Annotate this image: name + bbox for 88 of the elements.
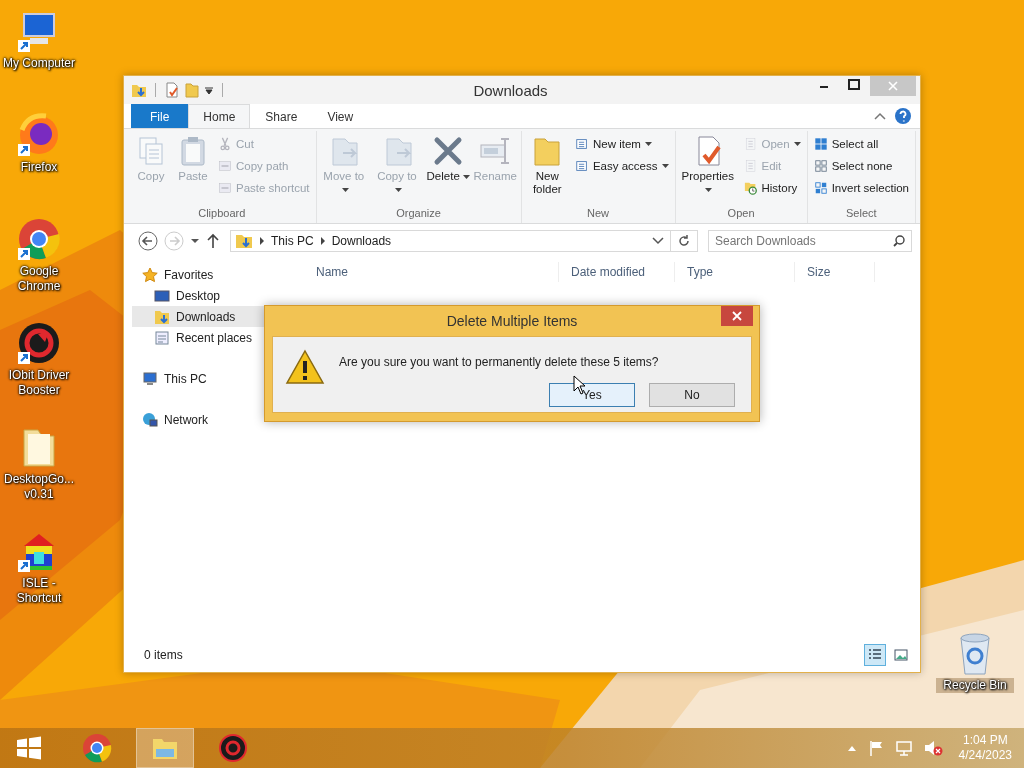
caret-icon bbox=[463, 174, 470, 179]
warning-icon bbox=[285, 349, 325, 385]
nav-item[interactable]: Favorites bbox=[132, 264, 292, 285]
dialog-message: Are you sure you want to permanently delete these 5 items? bbox=[339, 354, 660, 369]
ribbon-button[interactable]: Properties bbox=[678, 131, 739, 200]
new-item-icon bbox=[574, 137, 589, 151]
ribbon-tab[interactable]: Home bbox=[188, 104, 251, 128]
dialog-button[interactable]: Yes bbox=[549, 383, 635, 407]
breadcrumb[interactable]: This PC bbox=[271, 234, 314, 248]
column-header[interactable]: Date modified bbox=[559, 262, 675, 282]
ribbon-tab[interactable]: Share bbox=[250, 104, 313, 128]
select-none-icon bbox=[813, 159, 828, 173]
recent-places-icon bbox=[154, 329, 170, 346]
group-label: New bbox=[586, 207, 611, 221]
ribbon-button[interactable]: Delete bbox=[425, 131, 471, 187]
breadcrumb[interactable]: Downloads bbox=[331, 234, 392, 248]
chevron-icon bbox=[319, 237, 326, 245]
caret-icon bbox=[661, 164, 669, 168]
caret-icon bbox=[644, 142, 652, 146]
group-label: Clipboard bbox=[197, 207, 247, 221]
caret-icon bbox=[341, 187, 349, 192]
ribbon-button[interactable]: Easy access bbox=[571, 155, 672, 177]
properties-icon[interactable] bbox=[164, 82, 180, 98]
invert-selection-icon bbox=[813, 181, 828, 195]
chevron-icon bbox=[259, 237, 265, 245]
select-all-icon bbox=[813, 137, 828, 151]
ribbon-button[interactable]: New item bbox=[571, 133, 672, 155]
icon-label: IObit Driver Booster bbox=[7, 368, 71, 398]
rename-icon bbox=[479, 135, 512, 167]
column-header[interactable]: Name bbox=[304, 262, 559, 282]
icon-label: My Computer bbox=[2, 56, 76, 71]
group-label: Organize bbox=[395, 207, 442, 221]
network-icon bbox=[142, 411, 158, 428]
details-view-button[interactable] bbox=[864, 644, 886, 666]
ribbon-button[interactable]: History bbox=[740, 177, 804, 199]
file-tab[interactable]: File bbox=[131, 104, 189, 128]
icon-label: Firefox bbox=[19, 160, 59, 175]
ribbon-button[interactable]: Select none bbox=[810, 155, 912, 177]
monitor-icon bbox=[154, 287, 170, 304]
ribbon-button[interactable]: New folder bbox=[524, 131, 570, 200]
ribbon-tab[interactable]: View bbox=[312, 104, 369, 128]
history-icon bbox=[743, 181, 758, 195]
path-icon bbox=[218, 159, 232, 173]
icon-label: Google Chrome bbox=[16, 264, 62, 294]
up-button[interactable] bbox=[206, 233, 220, 249]
icon-label: DesktopGo... v0.31 bbox=[3, 472, 75, 502]
ribbon-button[interactable]: Select all bbox=[810, 133, 912, 155]
search-field[interactable]: Search Downloads bbox=[708, 230, 912, 252]
download-folder-icon[interactable] bbox=[131, 82, 147, 98]
scissors-icon bbox=[218, 137, 232, 151]
open-icon bbox=[743, 137, 758, 151]
customize-icon[interactable] bbox=[204, 85, 214, 95]
easy-access-icon bbox=[574, 159, 589, 173]
booster-icon bbox=[218, 733, 248, 763]
collapse-icon[interactable] bbox=[874, 112, 886, 120]
shortcut-icon bbox=[218, 181, 232, 195]
caret-icon bbox=[793, 142, 801, 146]
back-button[interactable] bbox=[138, 231, 158, 251]
nav-item[interactable]: Desktop bbox=[132, 285, 292, 306]
item-count: 0 items bbox=[144, 648, 183, 662]
caret-icon bbox=[705, 187, 712, 192]
dialog-button[interactable]: No bbox=[649, 383, 735, 407]
star-icon bbox=[142, 266, 158, 283]
dropdown-icon[interactable] bbox=[652, 237, 664, 245]
icon-label: Recycle Bin bbox=[936, 678, 1014, 693]
column-header[interactable]: Size bbox=[795, 262, 875, 282]
address-bar[interactable]: This PC Downloads bbox=[230, 230, 698, 252]
download-folder-icon bbox=[235, 233, 253, 249]
help-icon[interactable] bbox=[894, 107, 912, 125]
show-hidden-icons[interactable] bbox=[846, 744, 857, 752]
download-folder-icon bbox=[154, 308, 170, 325]
dialog-title: Delete Multiple Items bbox=[446, 313, 578, 329]
computer-icon bbox=[142, 370, 158, 387]
caret-icon bbox=[395, 187, 403, 192]
ribbon-button[interactable]: Invert selection bbox=[810, 177, 912, 199]
chrome-icon bbox=[82, 733, 112, 763]
chrome-icon[interactable] bbox=[16, 216, 62, 262]
volume-muted-icon[interactable] bbox=[922, 739, 943, 757]
icon-label: ISLE - Shortcut bbox=[15, 576, 63, 606]
group-label: Open bbox=[726, 207, 756, 221]
edit-icon bbox=[743, 159, 758, 173]
close-button[interactable] bbox=[721, 306, 753, 326]
search-icon bbox=[893, 235, 905, 247]
column-header[interactable]: Type bbox=[675, 262, 795, 282]
booster-icon[interactable] bbox=[16, 320, 62, 366]
recent-locations-icon[interactable] bbox=[190, 237, 200, 245]
window-title: Downloads bbox=[473, 81, 548, 99]
group-label: Select bbox=[845, 207, 878, 221]
